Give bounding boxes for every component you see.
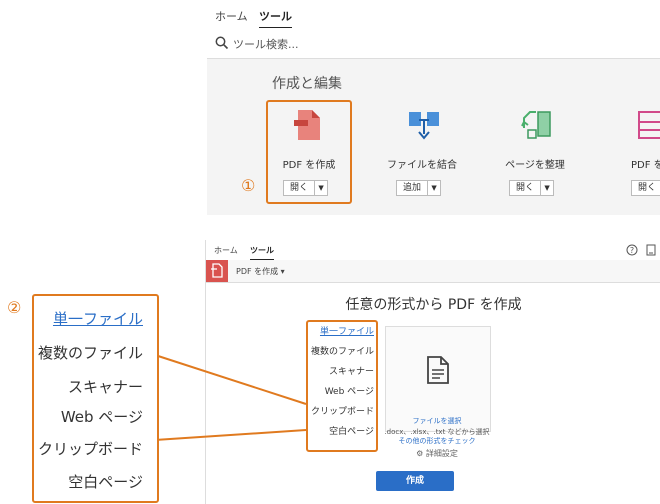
select-file-link[interactable]: ファイルを選択 [376, 416, 498, 426]
create-pdf-screen: ホーム ツール ? PDF を作成 ▾ 任意の形式から PDF を作成 単一ファ… [205, 240, 660, 504]
open-label: 開く [632, 181, 660, 195]
advanced-settings[interactable]: ⚙ 詳細設定 [376, 448, 498, 459]
highlight-frame [306, 320, 378, 452]
tab-tools[interactable]: ツール [259, 8, 292, 29]
document-icon [427, 356, 449, 384]
advanced-settings-label: 詳細設定 [425, 449, 458, 458]
search-input[interactable]: ツール検索... [233, 36, 299, 52]
top-tab-bar: ホーム ツール [207, 0, 660, 29]
tool-pdf-partial[interactable]: PDF を 開く [603, 108, 660, 200]
tool-dropdown[interactable]: PDF を作成 ▾ [236, 266, 285, 277]
tab-tools[interactable]: ツール [250, 245, 274, 261]
tool-toolbar: PDF を作成 ▾ [206, 260, 660, 283]
mobile-icon[interactable] [646, 244, 656, 256]
section-title: 作成と編集 [272, 76, 342, 92]
combine-files-icon [409, 112, 439, 140]
chevron-down-icon[interactable]: ▼ [428, 181, 440, 195]
tool-name: ファイルを結合 [387, 160, 457, 171]
create-pdf-icon[interactable] [206, 260, 228, 282]
tab-home[interactable]: ホーム [215, 8, 248, 24]
tool-search-bar[interactable]: ツール検索... [207, 28, 660, 59]
zoomed-option-list: 単一ファイル 複数のファイル スキャナー Web ページ クリップボード 空白ペ… [32, 294, 159, 503]
tab-home[interactable]: ホーム [214, 245, 238, 256]
create-button[interactable]: 作成 [376, 471, 454, 491]
bottom-tab-bar: ホーム ツール ? [206, 240, 660, 261]
zoom-option-multiple-files: 複数のファイル [37, 344, 143, 362]
add-label: 追加 [397, 181, 429, 195]
tool-combine-files[interactable]: ファイルを結合 追加 ▼ [377, 108, 467, 200]
search-icon [215, 36, 229, 50]
tool-name: ページを整理 [505, 160, 565, 171]
gear-icon: ⚙ [416, 449, 424, 458]
open-label: 開く [510, 181, 542, 195]
zoom-option-web-page: Web ページ [60, 408, 143, 426]
chevron-down-icon[interactable]: ▼ [541, 181, 553, 195]
open-button[interactable]: 開く ▼ [509, 180, 555, 196]
svg-text:?: ? [630, 246, 634, 255]
page-title: 任意の形式から PDF を作成 [345, 297, 522, 313]
tool-organize-pages[interactable]: ページを整理 開く ▼ [490, 108, 580, 200]
open-button[interactable]: 開く [631, 180, 660, 196]
help-icon[interactable]: ? [626, 244, 638, 256]
add-button[interactable]: 追加 ▼ [396, 180, 442, 196]
step-marker-2: ② [7, 298, 22, 317]
other-formats-link[interactable]: その他の形式をチェック [376, 436, 498, 446]
zoom-option-clipboard: クリップボード [37, 440, 143, 458]
step-marker-1: ① [241, 176, 256, 195]
tool-name: PDF を [631, 160, 660, 171]
zoom-option-blank-page: 空白ページ [68, 473, 143, 491]
zoom-option-scanner: スキャナー [67, 378, 143, 396]
organize-pages-icon [521, 111, 551, 139]
highlight-frame [266, 100, 352, 204]
zoom-option-single-file: 単一ファイル [52, 310, 143, 328]
edit-pdf-icon [638, 111, 660, 139]
